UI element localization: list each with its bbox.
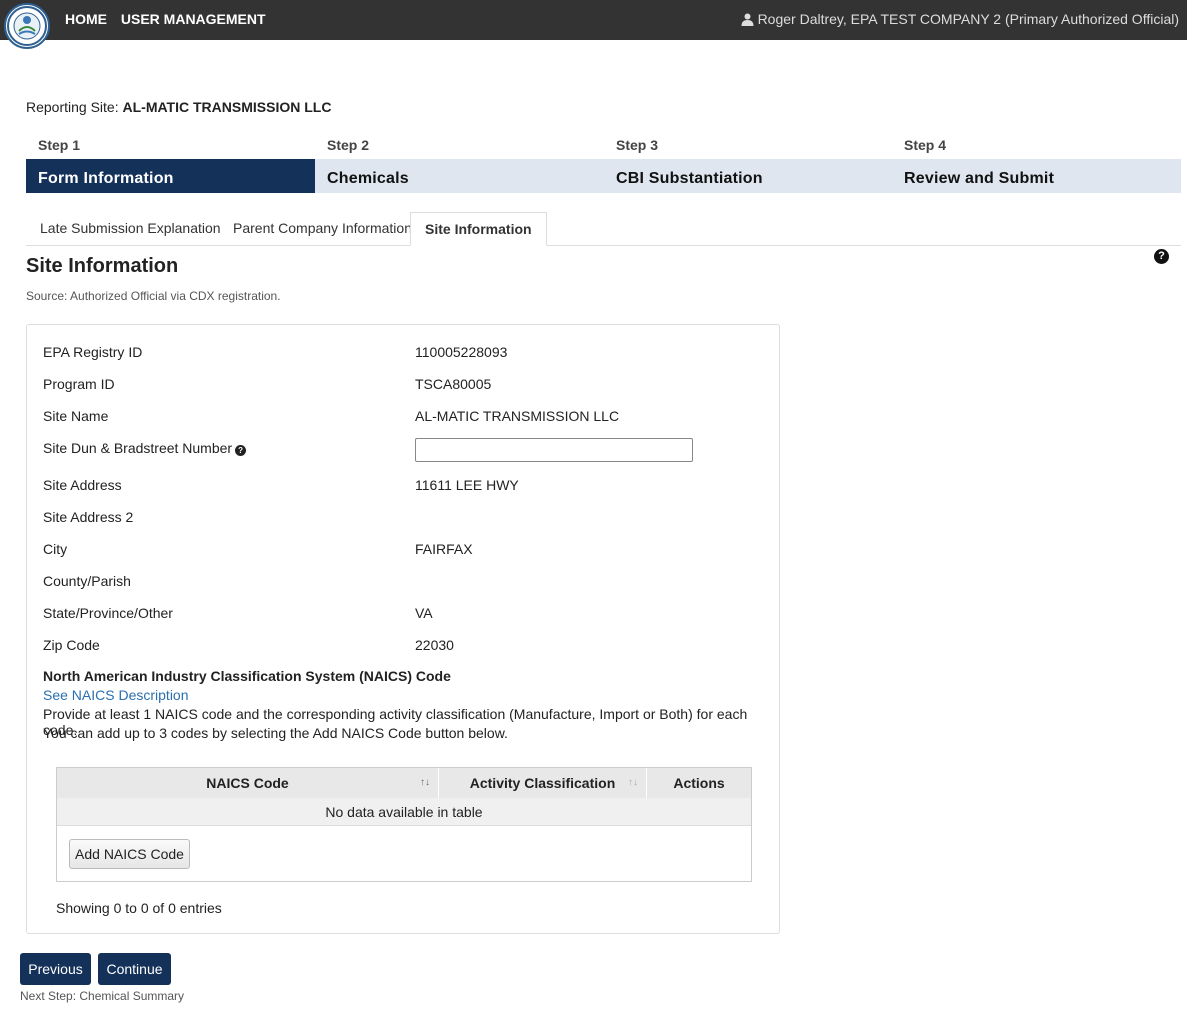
form-tabs: Late Submission Explanation Parent Compa… — [26, 212, 1181, 246]
tab-late-submission-explanation[interactable]: Late Submission Explanation — [26, 212, 235, 246]
field-label: Site Address — [43, 477, 122, 493]
naics-title: North American Industry Classification S… — [43, 668, 451, 684]
question-icon[interactable]: ? — [235, 445, 247, 456]
progress-steps: Step 1 Form Information Step 2 Chemicals… — [26, 137, 1181, 193]
table-empty-row: No data available in table — [57, 798, 751, 826]
state-value: VA — [415, 605, 433, 621]
field-label: EPA Registry ID — [43, 344, 143, 360]
step-review-and-submit[interactable]: Step 4 Review and Submit — [892, 137, 1181, 193]
step-form-information[interactable]: Step 1 Form Information — [26, 137, 315, 193]
field-label: County/Parish — [43, 573, 131, 589]
nav-home[interactable]: HOME — [65, 11, 107, 27]
column-actions: Actions — [647, 768, 751, 798]
step-label: CBI Substantiation — [616, 170, 763, 187]
column-activity-classification[interactable]: Activity Classification ↑↓ — [439, 768, 647, 798]
tab-site-information[interactable]: Site Information — [410, 212, 547, 246]
user-name: Roger Daltrey, EPA TEST COMPANY 2 (Prima… — [757, 11, 1179, 27]
step-chemicals[interactable]: Step 2 Chemicals — [315, 137, 604, 193]
city-value: FAIRFAX — [415, 541, 473, 557]
nav-user-management[interactable]: USER MANAGEMENT — [121, 11, 266, 27]
epa-seal-logo[interactable] — [4, 3, 50, 49]
site-information-panel: EPA Registry ID 110005228093 Program ID … — [26, 324, 780, 934]
field-label: Site Name — [43, 408, 109, 424]
site-name-value: AL-MATIC TRANSMISSION LLC — [415, 408, 620, 424]
sort-icon: ↑↓ — [628, 777, 638, 788]
reporting-site: Reporting Site: AL-MATIC TRANSMISSION LL… — [26, 99, 331, 115]
table-entries-info: Showing 0 to 0 of 0 entries — [56, 900, 222, 916]
field-label: State/Province/Other — [43, 605, 173, 621]
field-label: Site Address 2 — [43, 509, 134, 525]
main-nav: HOME USER MANAGEMENT — [65, 11, 276, 27]
previous-button[interactable]: Previous — [20, 953, 91, 985]
source-note: Source: Authorized Official via CDX regi… — [26, 289, 281, 303]
help-icon[interactable]: ? — [1154, 249, 1169, 264]
field-label: Site Dun & Bradstreet Number — [43, 440, 233, 456]
site-address-value: 11611 LEE HWY — [415, 477, 519, 493]
user-account[interactable]: Roger Daltrey, EPA TEST COMPANY 2 (Prima… — [741, 11, 1179, 27]
step-label: Chemicals — [327, 170, 409, 187]
field-label: Zip Code — [43, 637, 100, 653]
column-naics-code[interactable]: NAICS Code ↑↓ — [57, 768, 439, 798]
program-id-value: TSCA80005 — [415, 376, 492, 392]
step-number: Step 3 — [616, 137, 659, 153]
continue-button[interactable]: Continue — [98, 953, 171, 985]
step-cbi-substantiation[interactable]: Step 3 CBI Substantiation — [604, 137, 893, 193]
reporting-site-value: AL-MATIC TRANSMISSION LLC — [122, 99, 332, 115]
step-number: Step 1 — [38, 137, 81, 153]
duns-label: Site Dun & Bradstreet Number? — [43, 440, 247, 456]
step-number: Step 4 — [904, 137, 947, 153]
step-number: Step 2 — [327, 137, 370, 153]
sort-icon: ↑↓ — [420, 777, 430, 788]
field-label: Program ID — [43, 376, 115, 392]
step-label: Form Information — [38, 170, 174, 187]
step-label: Review and Submit — [904, 170, 1055, 187]
next-step-note: Next Step: Chemical Summary — [20, 989, 185, 1003]
top-navigation-bar: HOME USER MANAGEMENT Roger Daltrey, EPA … — [0, 0, 1187, 49]
naics-table: NAICS Code ↑↓ Activity Classification ↑↓… — [56, 767, 752, 882]
tab-parent-company-information[interactable]: Parent Company Information — [219, 212, 426, 246]
epa-registry-id-value: 110005228093 — [415, 344, 508, 360]
add-naics-code-button[interactable]: Add NAICS Code — [69, 839, 190, 869]
reporting-site-label: Reporting Site: — [26, 99, 119, 115]
naics-instructions-2: You can add up to 3 codes by selecting t… — [43, 725, 508, 741]
user-icon — [741, 13, 754, 26]
field-label: City — [43, 541, 68, 557]
duns-number-input[interactable] — [415, 438, 693, 462]
zip-code-value: 22030 — [415, 637, 454, 653]
see-naics-description-link[interactable]: See NAICS Description — [43, 687, 189, 703]
page-title: Site Information — [26, 255, 179, 277]
